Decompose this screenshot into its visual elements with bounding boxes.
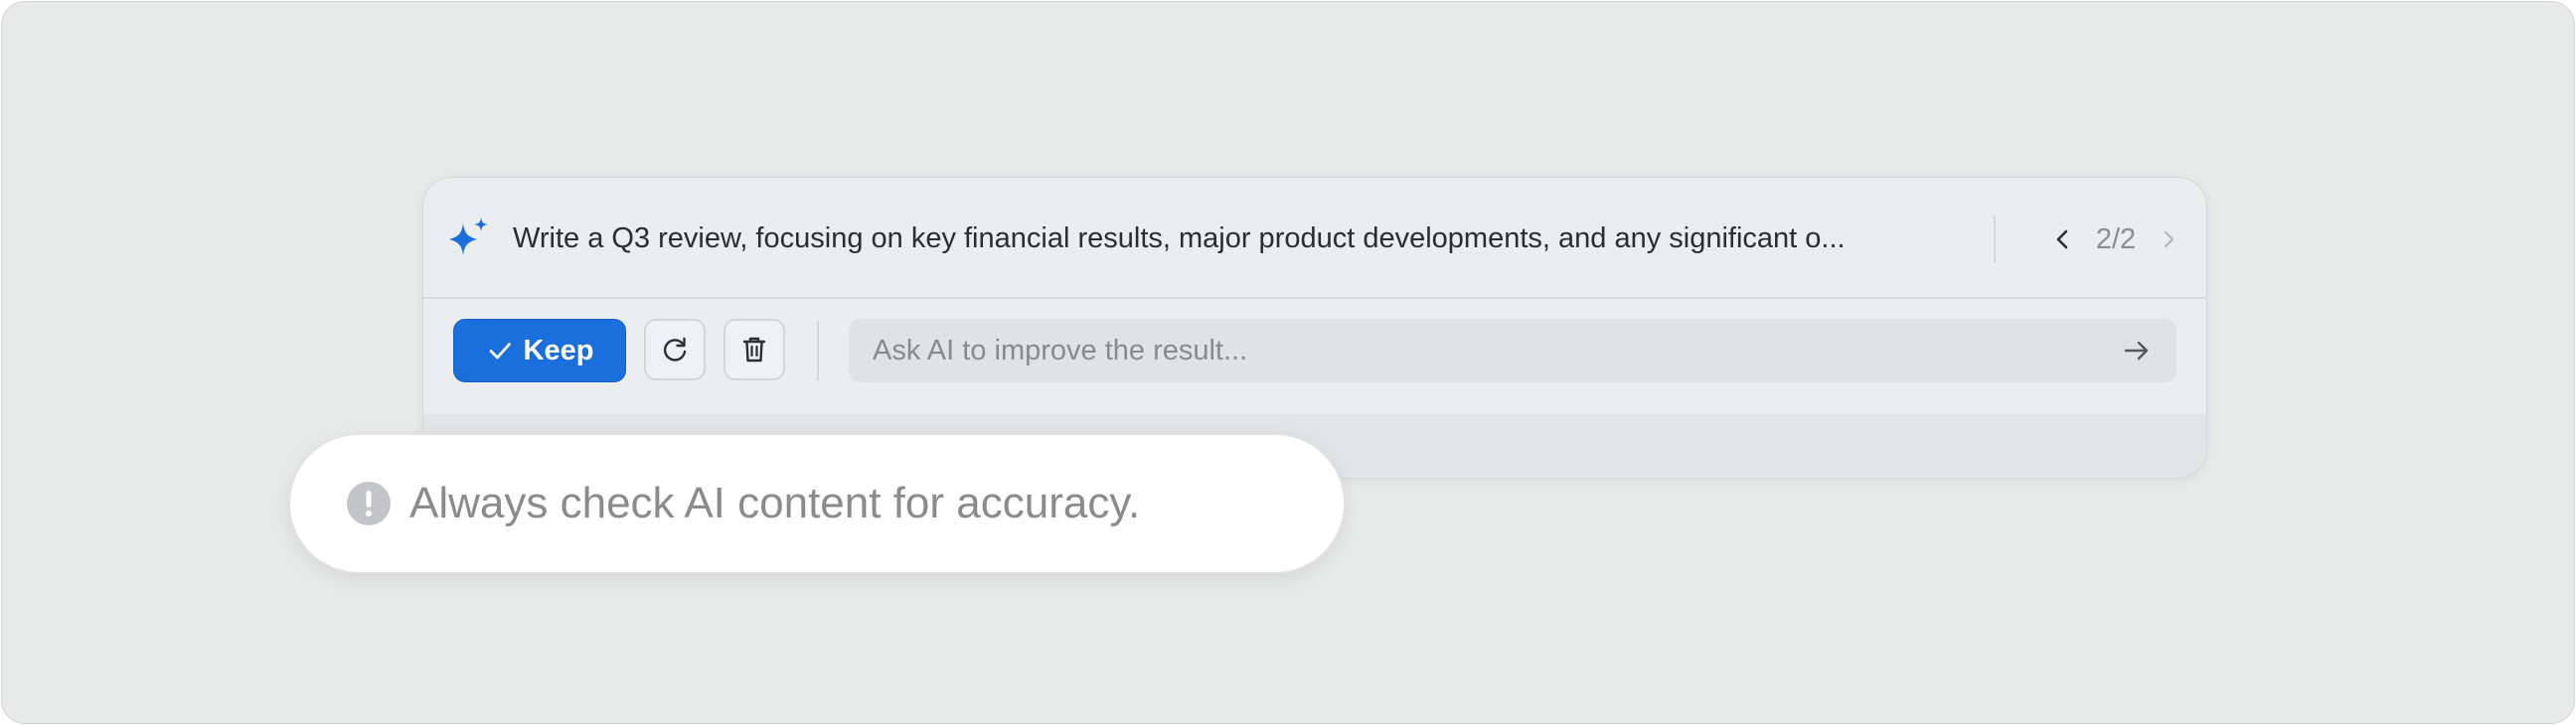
pager-divider bbox=[1994, 216, 1996, 263]
regenerate-button[interactable] bbox=[644, 319, 706, 380]
sparkle-icon bbox=[449, 218, 488, 255]
toast-message: Always check AI content for accuracy. bbox=[409, 479, 1141, 527]
actions-row: Keep bbox=[423, 297, 2206, 414]
pager-count: 2/2 bbox=[2095, 223, 2137, 255]
keep-button-label: Keep bbox=[523, 334, 594, 366]
ask-ai-input[interactable] bbox=[849, 319, 2111, 382]
check-icon bbox=[489, 343, 511, 360]
canvas-background: Write a Q3 review, focusing on key finan… bbox=[1, 1, 2575, 724]
arrow-right-icon[interactable] bbox=[2119, 333, 2155, 368]
ask-ai-field bbox=[849, 319, 2176, 382]
trash-icon bbox=[742, 337, 766, 362]
actions-divider bbox=[817, 321, 819, 380]
prompt-row: Write a Q3 review, focusing on key finan… bbox=[423, 178, 2206, 299]
prompt-text: Write a Q3 review, focusing on key finan… bbox=[513, 222, 1846, 254]
panel-top-section: Write a Q3 review, focusing on key finan… bbox=[423, 178, 2206, 414]
keep-button[interactable]: Keep bbox=[453, 319, 626, 382]
exclamation-circle-icon bbox=[347, 482, 391, 525]
chevron-left-icon[interactable] bbox=[2045, 221, 2081, 257]
refresh-icon bbox=[663, 337, 687, 362]
chevron-right-icon[interactable] bbox=[2151, 221, 2186, 257]
accuracy-warning-toast: Always check AI content for accuracy. bbox=[288, 433, 1346, 574]
delete-button[interactable] bbox=[724, 319, 785, 380]
